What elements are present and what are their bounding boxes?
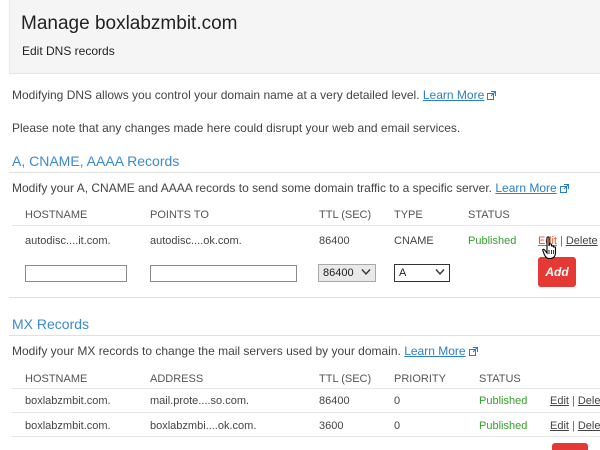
mx-records-description: Modify your MX records to change the mai… — [12, 344, 478, 358]
row-divider — [12, 225, 600, 226]
status-badge: Published — [468, 235, 517, 247]
section-divider — [9, 172, 600, 173]
separator: | — [571, 420, 575, 432]
ttl-selected-value: 86400 — [323, 267, 354, 279]
chevron-down-icon — [361, 269, 371, 276]
section-divider — [9, 335, 600, 336]
chevron-down-icon — [435, 269, 445, 276]
ttl-cell: 86400 — [319, 235, 350, 247]
row-divider — [12, 436, 600, 437]
description-text: Modify your A, CNAME and AAAA records to… — [12, 181, 492, 195]
add-mx-record-button[interactable] — [552, 443, 588, 450]
new-hostname-input[interactable] — [25, 265, 127, 282]
priority-cell: 0 — [394, 420, 401, 432]
add-record-button[interactable]: Add — [538, 257, 576, 287]
address-cell: mail.prote....so.com. — [150, 395, 250, 407]
mx-records-title: MX Records — [12, 316, 90, 332]
dns-editor-page: Manage boxlabzmbit.com Edit DNS records … — [0, 0, 600, 450]
a-records-description: Modify your A, CNAME and AAAA records to… — [12, 181, 569, 195]
edit-link[interactable]: Edit — [550, 420, 569, 432]
intro-warning: Please note that any changes made here c… — [12, 121, 461, 135]
column-header-priority: PRIORITY — [394, 373, 446, 385]
separator: | — [571, 395, 575, 407]
edit-link[interactable]: Edit — [550, 395, 569, 407]
delete-link[interactable]: Delet — [578, 395, 600, 407]
delete-link[interactable]: Delet — [578, 420, 600, 432]
learn-more-link[interactable]: Learn More — [423, 88, 484, 102]
row-divider — [12, 412, 600, 413]
new-points-to-input[interactable] — [150, 265, 297, 282]
address-cell: boxlabzmbi....ok.com. — [150, 420, 257, 432]
page-subtitle: Edit DNS records — [22, 44, 115, 58]
intro-line-1: Modifying DNS allows you control your do… — [12, 88, 497, 102]
learn-more-link[interactable]: Learn More — [404, 344, 465, 358]
external-link-icon — [559, 184, 569, 193]
row-actions: Edit|Delet — [550, 395, 600, 407]
column-header-address: ADDRESS — [150, 373, 204, 385]
type-selected-value: A — [399, 267, 407, 279]
priority-cell: 0 — [394, 395, 401, 407]
separator: | — [559, 235, 563, 247]
column-header-hostname: HOSTNAME — [25, 209, 88, 221]
page-title: Manage boxlabzmbit.com — [21, 13, 238, 34]
description-text: Modify your MX records to change the mai… — [12, 344, 401, 358]
status-badge: Published — [479, 395, 528, 407]
hostname-cell: boxlabzmbit.com. — [25, 420, 111, 432]
row-divider — [12, 388, 600, 389]
intro-text: Modifying DNS allows you control your do… — [12, 88, 420, 102]
hostname-cell: autodisc....it.com. — [25, 235, 111, 247]
row-actions: Edit|Delet — [550, 420, 600, 432]
ttl-select[interactable]: 86400 — [318, 264, 376, 282]
external-link-icon — [468, 347, 478, 356]
ttl-cell: 3600 — [319, 420, 344, 432]
a-records-title: A, CNAME, AAAA Records — [12, 153, 180, 169]
type-cell: CNAME — [394, 235, 434, 247]
ttl-cell: 86400 — [319, 395, 350, 407]
external-link-icon — [487, 91, 497, 100]
type-select[interactable]: A — [394, 264, 450, 282]
points-to-cell: autodisc....ok.com. — [150, 235, 242, 247]
column-header-hostname: HOSTNAME — [25, 373, 88, 385]
column-header-ttl: TTL (SEC) — [319, 209, 372, 221]
column-header-status: STATUS — [479, 373, 521, 385]
column-header-type: TYPE — [394, 209, 423, 221]
section-divider — [9, 297, 600, 298]
column-header-points-to: POINTS TO — [150, 209, 209, 221]
column-header-status: STATUS — [468, 209, 510, 221]
column-header-ttl: TTL (SEC) — [319, 373, 372, 385]
status-badge: Published — [479, 420, 528, 432]
delete-link[interactable]: Delete — [566, 235, 598, 247]
hostname-cell: boxlabzmbit.com. — [25, 395, 111, 407]
hand-pointer-icon — [542, 236, 557, 260]
learn-more-link[interactable]: Learn More — [495, 181, 556, 195]
page-header: Manage boxlabzmbit.com Edit DNS records — [9, 0, 600, 74]
